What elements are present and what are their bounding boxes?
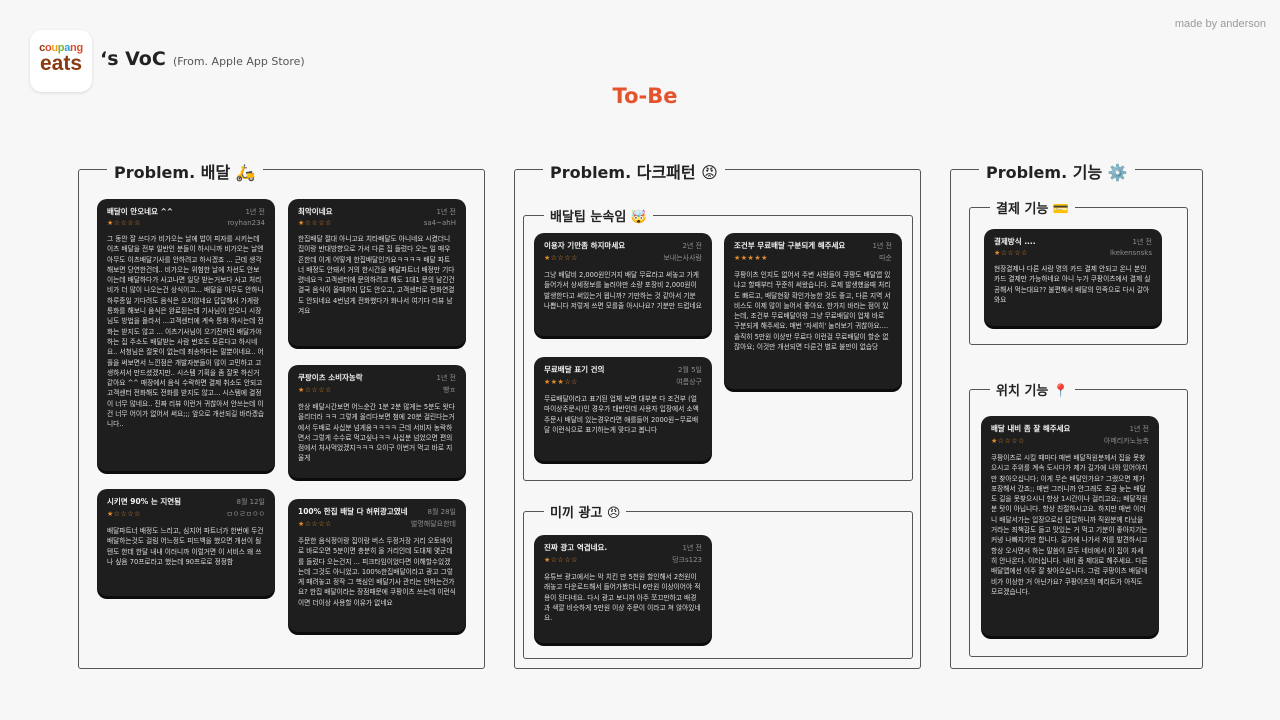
review-body: 현장결제나 다른 사람 명의 카드 결제 안되고 온니 본인 카드 결제만 가능… [994, 265, 1151, 304]
review-card: 배달이 안오네요 ^^ 1년 전 ★☆☆☆☆ royhan234 그 동안 잘 쓰다… [97, 199, 275, 471]
review-author: 벌명해달요한데 [410, 520, 456, 528]
review-title: 진짜 광고 역겹네요. [544, 543, 608, 552]
star-rating: ★☆☆☆☆ [991, 437, 1025, 445]
review-body: 쿠팡이츠 인지도 없어서 주변 사람들이 쿠팡도 배달앱 있냐고 할때부터 꾸준… [734, 271, 891, 352]
review-body: 한상 배달시간보면 어느순간 1분 2분 많게는 5분도 왓다 올리더라 ㅋㅋ … [298, 403, 455, 463]
subpanel-bait-ads-title: 미끼 광고 😠 [544, 502, 627, 521]
review-card: 무료배달 표기 건의 2월 5일 ★★★☆☆ 여름상구 무료배달이라고 표기된 업체… [534, 357, 712, 461]
review-author: sa4~ahH [423, 219, 456, 227]
star-rating: ★★★★★ [734, 254, 768, 262]
review-card: 최악이네요 1년 전 ★☆☆☆☆ sa4~ahH 한집배달 절대 아니고요 치타배달… [288, 199, 466, 346]
review-title: 결제방식 .... [994, 237, 1036, 246]
review-date: 1년 전 [436, 374, 456, 382]
review-date: 1년 전 [1129, 425, 1149, 433]
logo-wordmark-bottom: eats [39, 52, 83, 75]
review-title: 조건부 무료배달 구분되게 해주세요 [734, 241, 846, 250]
review-card: 결제방식 .... 1년 전 ★☆☆☆☆ lkekensnsks 현장결제나 다른 … [984, 229, 1162, 326]
review-date: 1년 전 [436, 208, 456, 216]
star-rating: ★☆☆☆☆ [298, 386, 332, 394]
star-rating: ★☆☆☆☆ [994, 249, 1028, 257]
review-author: 빵ㅍ [443, 386, 456, 394]
review-body: 유튜브 광고에서는 막 치킨 만 5천원 할인해서 2천원이래놓고 다운로드해서… [544, 573, 701, 623]
review-body: 그 동안 잘 쓰다가 비가오는 날에 밥이 피자를 시키는데 이츠 배달을 전부… [107, 235, 264, 429]
panel-dark-pattern-title: Problem. 다크패턴 😡 [543, 159, 725, 183]
author-credit: made by anderson [1174, 18, 1266, 30]
review-body: 배달파트너 배정도 느리고, 심지어 파트너가 한번에 두건 배달하는것도 걸림… [107, 527, 264, 566]
review-card: 조건부 무료배달 구분되게 해주세요 1년 전 ★★★★★ 따순 쿠팡이츠 인지도 … [724, 233, 902, 389]
review-body: 주문한 음식정이랑 집이랑 버스 두정거장 거리 오토바이로 바로오면 5분이면… [298, 537, 456, 607]
review-date: 8월 28일 [427, 508, 456, 516]
tobe-heading: To-Be [612, 84, 678, 108]
review-title: 100% 한집 배달 다 허위광고였네 [298, 507, 408, 516]
review-date: 2월 5일 [677, 366, 702, 374]
star-rating: ★☆☆☆☆ [107, 219, 141, 227]
star-rating: ★★★☆☆ [544, 378, 578, 386]
review-body: 한집배달 절대 아니고요 치타배달도 아니네요 시켰더니 집이랑 반대방향으로 … [298, 235, 455, 316]
review-date: 1년 전 [1132, 238, 1152, 246]
review-body: 그냥 배달비 2,000원인거지 배달 무료라고 써놓고 가게 들어가서 상세정… [544, 271, 702, 310]
star-rating: ★☆☆☆☆ [298, 219, 332, 227]
review-card: 100% 한집 배달 다 허위광고였네 8월 28일 ★☆☆☆☆ 벌명해달요한데 주… [288, 499, 466, 632]
page-subtitle: (From. Apple App Store) [173, 55, 305, 68]
review-date: 1년 전 [872, 242, 892, 250]
review-author: 따순 [879, 254, 892, 262]
review-body: 무료배달이라고 표기된 업체 보면 대부분 다 조건부 (얼마이상주문시)인 경… [544, 395, 699, 434]
review-card: 진짜 광고 역겹네요. 1년 전 ★☆☆☆☆ 덩크s123 유튜브 광고에서는 막 … [534, 535, 712, 643]
star-rating: ★☆☆☆☆ [107, 510, 141, 518]
review-body: 쿠팡이츠로 시킬 때마다 매번 배달직원분께서 집을 못찾으시고 주위를 계속 … [991, 454, 1148, 596]
subpanel-payment-title: 결제 기능 💳 [990, 198, 1076, 217]
star-rating: ★☆☆☆☆ [298, 520, 332, 528]
subpanel-location-title: 위치 기능 📍 [990, 380, 1076, 399]
review-date: 2년 전 [682, 242, 702, 250]
page-title: ‘s VoC [100, 48, 166, 70]
review-title: 쿠팡이츠 소비자농락 [298, 373, 363, 382]
review-title: 배달이 안오네요 ^^ [107, 207, 174, 216]
review-card: 시키면 90% 는 지연됨 8월 12일 ★☆☆☆☆ ㅁㅇㄹㅁㅇㅇ 배달파트너 배정… [97, 489, 275, 596]
review-title: 배달 내비 좀 잘 해주세요 [991, 424, 1071, 433]
subpanel-delivery-tip-title: 배달팁 눈속임 🤯 [544, 206, 653, 225]
coupang-eats-logo: coupang eats [30, 30, 92, 92]
review-date: 1년 전 [245, 208, 265, 216]
review-author: 보내는사사람 [663, 254, 702, 262]
panel-feature-title: Problem. 기능 ⚙️ [979, 159, 1135, 183]
star-rating: ★☆☆☆☆ [544, 254, 578, 262]
review-card: 배달 내비 좀 잘 해주세요 1년 전 ★☆☆☆☆ 아메리카노능축 쿠팡이츠로 시킬… [981, 416, 1159, 636]
review-author: 여름상구 [676, 378, 702, 386]
review-author: 덩크s123 [672, 556, 702, 564]
voc-board: made by anderson coupang eats ‘s VoC (Fr… [0, 0, 1280, 720]
review-author: royhan234 [227, 219, 265, 227]
panel-delivery-title: Problem. 배달 🛵 [107, 159, 263, 183]
review-date: 8월 12일 [236, 498, 265, 506]
review-title: 무료배달 표기 건의 [544, 365, 605, 374]
review-card: 이용자 기만좀 하지마세요 2년 전 ★☆☆☆☆ 보내는사사람 그냥 배달비 2,0… [534, 233, 712, 336]
review-author: ㅁㅇㄹㅁㅇㅇ [226, 510, 265, 518]
review-title: 최악이네요 [298, 207, 333, 216]
review-author: lkekensnsks [1109, 249, 1152, 257]
review-date: 1년 전 [682, 544, 702, 552]
star-rating: ★☆☆☆☆ [544, 556, 578, 564]
review-title: 이용자 기만좀 하지마세요 [544, 241, 626, 250]
review-author: 아메리카노능축 [1103, 437, 1149, 445]
review-card: 쿠팡이츠 소비자농락 1년 전 ★☆☆☆☆ 빵ㅍ 한상 배달시간보면 어느순간 1분… [288, 365, 466, 478]
review-title: 시키면 90% 는 지연됨 [107, 497, 182, 506]
